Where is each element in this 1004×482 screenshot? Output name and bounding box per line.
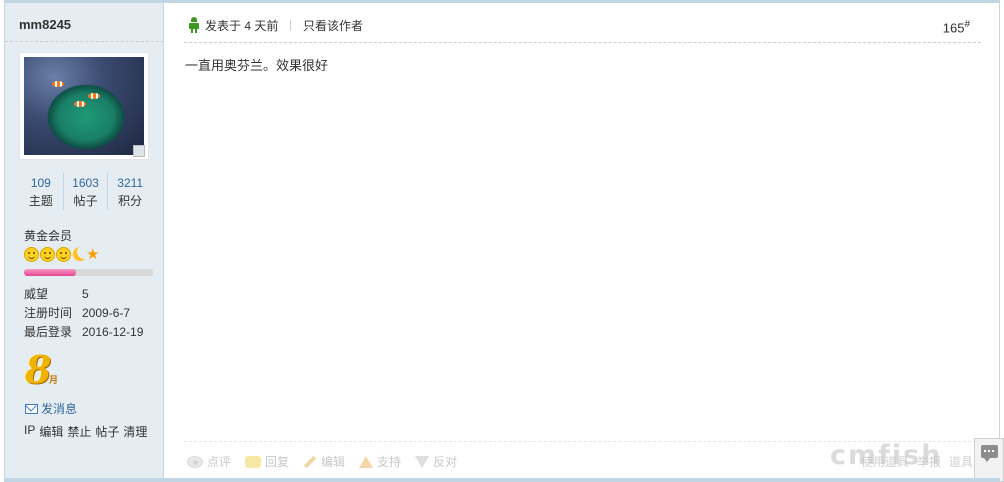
rank-icons: ★: [24, 247, 99, 262]
floor-mark: #: [964, 19, 970, 30]
info-value: 5: [82, 287, 89, 301]
stat-value: 109: [30, 176, 51, 190]
info-row: 注册时间 2009-6-7: [24, 304, 164, 323]
stat-label: 主题: [28, 194, 53, 208]
header-separator: |: [289, 17, 293, 31]
info-value: 2016-12-19: [82, 325, 144, 339]
fish-graphic: [52, 81, 64, 87]
experience-fill: [24, 269, 76, 276]
stat-value: 3211: [117, 176, 144, 190]
rate-label: 点评: [207, 455, 232, 469]
admin-edit-link[interactable]: 编辑: [39, 423, 63, 440]
author-name[interactable]: mm8245: [19, 17, 71, 32]
star-icon: ★: [86, 246, 100, 263]
edit-label: 编辑: [321, 455, 346, 469]
oppose-label: 反对: [433, 455, 458, 469]
bottom-border: [4, 478, 1000, 482]
author-info: 威望 5 注册时间 2009-6-7 最后登录 2016-12-19: [24, 285, 164, 342]
reply-icon: [245, 455, 262, 468]
admin-ip-link[interactable]: IP: [24, 423, 35, 440]
medal-suffix: 月: [49, 375, 59, 385]
info-row: 威望 5: [24, 285, 164, 304]
only-author-link[interactable]: 只看该作者: [303, 17, 363, 34]
stat-credits[interactable]: 3211 积分: [108, 173, 152, 210]
stat-threads[interactable]: 109 主题: [19, 173, 64, 210]
author-stats: 109 主题 1603 帖子 3211 积分: [19, 173, 152, 210]
post-content: 发表于 4 天前 | 只看该作者 165# 一直用奥芬兰。效果很好 点评 回复 …: [165, 3, 999, 478]
experience-bar: [24, 269, 153, 276]
avatar[interactable]: [19, 52, 149, 160]
arrow-up-icon: [359, 455, 374, 468]
avatar-image: [24, 57, 144, 155]
rate-button[interactable]: 点评: [187, 453, 231, 470]
floor-number[interactable]: 165#: [943, 19, 970, 35]
fish-graphic: [88, 93, 100, 99]
avatar-badge-icon: [133, 145, 145, 157]
admin-clean-link[interactable]: 清理: [123, 423, 147, 440]
admin-ban-link[interactable]: 禁止: [67, 423, 91, 440]
stat-label: 帖子: [73, 194, 98, 208]
send-message-link[interactable]: 发消息: [25, 400, 77, 417]
info-row: 最后登录 2016-12-19: [24, 323, 164, 342]
medal-number: 8: [25, 347, 52, 392]
stat-label: 积分: [118, 194, 143, 208]
edit-button[interactable]: 编辑: [303, 453, 345, 470]
stat-value: 1603: [72, 176, 99, 190]
info-key: 注册时间: [24, 306, 73, 320]
support-button[interactable]: 支持: [359, 453, 401, 470]
reply-button[interactable]: 回复: [245, 453, 289, 470]
stat-posts[interactable]: 1603 帖子: [64, 173, 109, 210]
author-sidebar: mm8245 109 主题 1603 帖子 3211 积分 黄金会员 ★ 威望 …: [5, 3, 164, 478]
site-watermark: cmfish: [830, 440, 943, 471]
post-actions: 点评 回复 编辑 支持 反对: [187, 453, 457, 470]
sun-icon: [40, 247, 55, 262]
fish-graphic: [74, 101, 86, 107]
medal-icon[interactable]: 8 月: [25, 349, 61, 391]
admin-posts-link[interactable]: 帖子: [95, 423, 119, 440]
rate-icon: [187, 455, 203, 468]
admin-links: IP 编辑 禁止 帖子 清理: [24, 423, 147, 440]
quick-reply-button[interactable]: [974, 438, 1004, 482]
moon-icon: [72, 247, 85, 262]
arrow-down-icon: [415, 455, 430, 468]
info-key: 最后登录: [24, 325, 73, 339]
post-message: 一直用奥芬兰。效果很好: [185, 58, 329, 73]
mail-icon: [25, 403, 38, 414]
support-label: 支持: [377, 455, 402, 469]
pencil-icon: [303, 455, 317, 468]
info-key: 威望: [24, 287, 49, 301]
reply-label: 回复: [265, 455, 290, 469]
post-header: 发表于 4 天前 | 只看该作者 165#: [184, 15, 981, 43]
sun-icon: [24, 247, 39, 262]
divider: [5, 41, 164, 42]
floor-value: 165: [942, 20, 965, 36]
sun-icon: [56, 247, 71, 262]
info-value: 2009-6-7: [82, 306, 131, 320]
user-group[interactable]: 黄金会员: [24, 227, 72, 244]
online-user-icon: [188, 17, 200, 33]
send-message-label: 发消息: [41, 402, 78, 416]
oppose-button[interactable]: 反对: [415, 453, 457, 470]
item-link[interactable]: 道具: [949, 453, 973, 470]
post-time: 发表于 4 天前: [205, 19, 279, 33]
